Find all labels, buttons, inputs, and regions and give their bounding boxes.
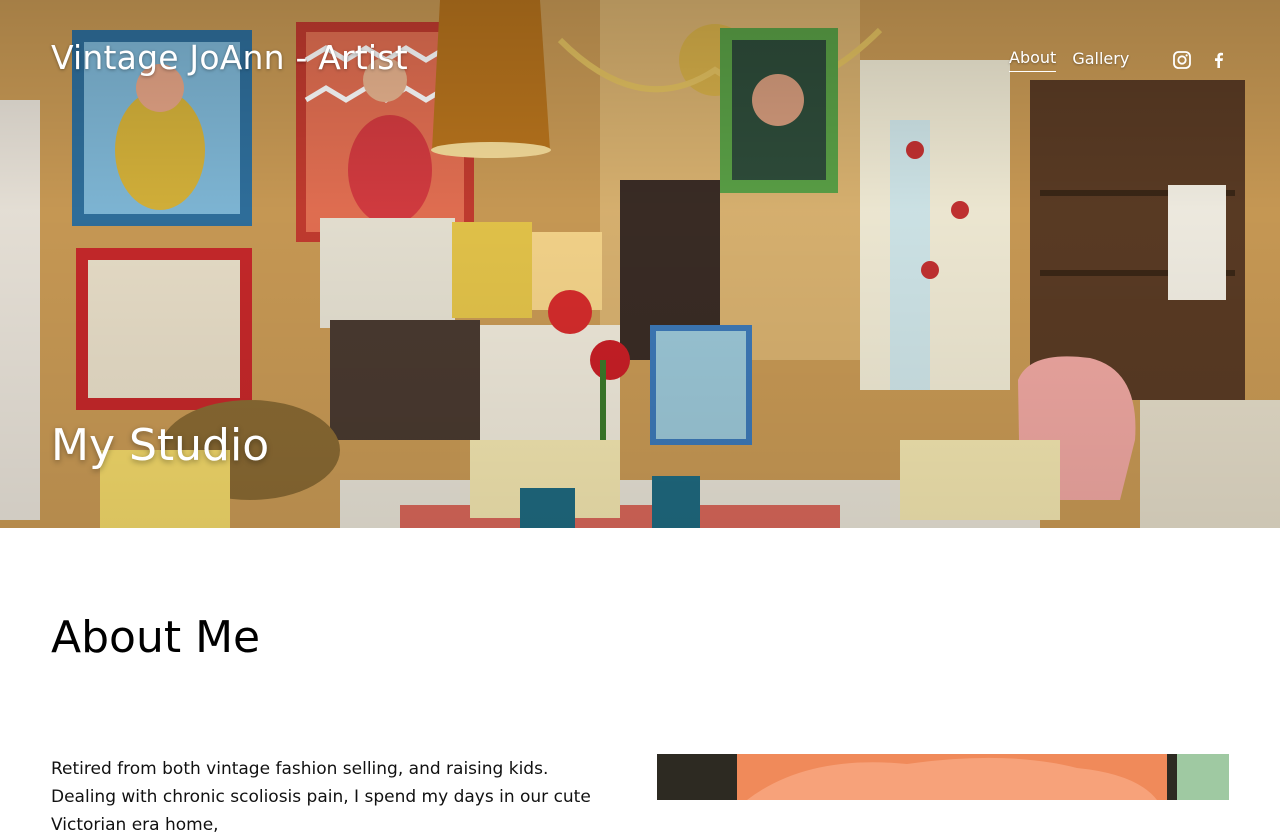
about-text: Retired from both vintage fashion sellin… (51, 759, 591, 835)
instagram-icon[interactable] (1172, 50, 1192, 70)
hero-heading: My Studio (51, 420, 270, 471)
site-title[interactable]: Vintage JoAnn - Artist (51, 38, 408, 77)
artist-portrait-photo (657, 754, 1229, 800)
nav-link-about[interactable]: About (1009, 48, 1057, 72)
facebook-icon[interactable] (1209, 50, 1229, 70)
social-links (1172, 50, 1246, 70)
nav-link-gallery[interactable]: Gallery (1072, 49, 1129, 72)
main-nav: About Gallery (1009, 48, 1145, 72)
hero-section: Vintage JoAnn - Artist About Gallery My … (0, 0, 1280, 528)
about-title: About Me (51, 612, 261, 663)
